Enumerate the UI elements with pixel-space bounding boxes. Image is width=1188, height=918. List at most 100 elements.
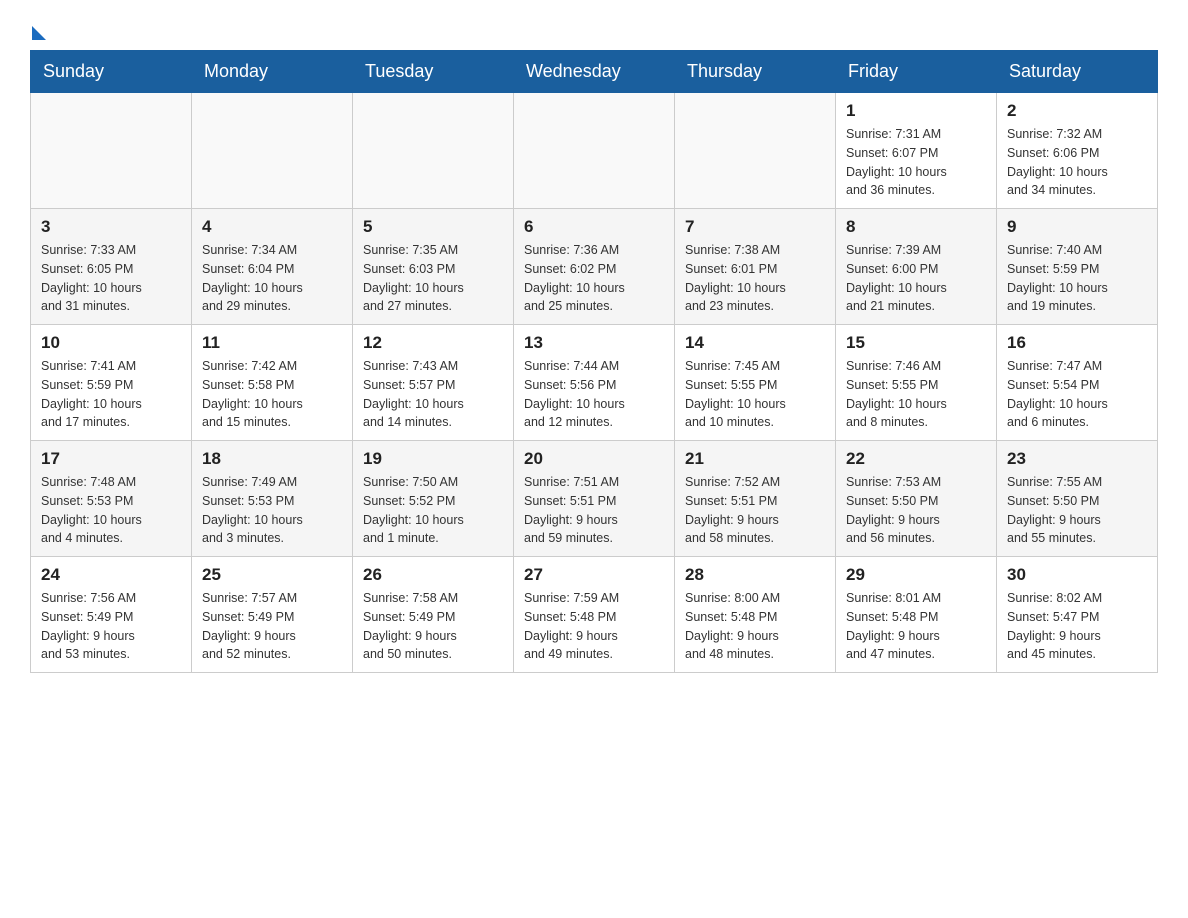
day-number: 11 bbox=[202, 333, 342, 353]
day-number: 15 bbox=[846, 333, 986, 353]
day-number: 21 bbox=[685, 449, 825, 469]
day-info: Sunrise: 7:34 AM Sunset: 6:04 PM Dayligh… bbox=[202, 241, 342, 316]
day-info: Sunrise: 7:39 AM Sunset: 6:00 PM Dayligh… bbox=[846, 241, 986, 316]
day-number: 2 bbox=[1007, 101, 1147, 121]
day-info: Sunrise: 7:48 AM Sunset: 5:53 PM Dayligh… bbox=[41, 473, 181, 548]
day-info: Sunrise: 7:50 AM Sunset: 5:52 PM Dayligh… bbox=[363, 473, 503, 548]
day-number: 6 bbox=[524, 217, 664, 237]
day-number: 17 bbox=[41, 449, 181, 469]
calendar-cell: 21 Sunrise: 7:52 AM Sunset: 5:51 PM Dayli… bbox=[675, 441, 836, 557]
calendar-cell: 2 Sunrise: 7:32 AM Sunset: 6:06 PM Daylig… bbox=[997, 93, 1158, 209]
day-number: 16 bbox=[1007, 333, 1147, 353]
day-info: Sunrise: 7:35 AM Sunset: 6:03 PM Dayligh… bbox=[363, 241, 503, 316]
column-header-thursday: Thursday bbox=[675, 51, 836, 93]
day-number: 18 bbox=[202, 449, 342, 469]
calendar-cell: 23Sunrise: 7:55 AM Sunset: 5:50 PM Dayli… bbox=[997, 441, 1158, 557]
calendar-cell: 1 Sunrise: 7:31 AM Sunset: 6:07 PM Daylig… bbox=[836, 93, 997, 209]
calendar-table: SundayMondayTuesdayWednesdayThursdayFrid… bbox=[30, 50, 1158, 673]
page-header bbox=[30, 20, 1158, 40]
calendar-cell: 29Sunrise: 8:01 AM Sunset: 5:48 PM Dayli… bbox=[836, 557, 997, 673]
calendar-cell: 13 Sunrise: 7:44 AM Sunset: 5:56 PM Dayli… bbox=[514, 325, 675, 441]
day-info: Sunrise: 7:42 AM Sunset: 5:58 PM Dayligh… bbox=[202, 357, 342, 432]
calendar-cell: 14Sunrise: 7:45 AM Sunset: 5:55 PM Dayli… bbox=[675, 325, 836, 441]
calendar-cell bbox=[31, 93, 192, 209]
day-info: Sunrise: 7:41 AM Sunset: 5:59 PM Dayligh… bbox=[41, 357, 181, 432]
calendar-cell: 15 Sunrise: 7:46 AM Sunset: 5:55 PM Dayli… bbox=[836, 325, 997, 441]
calendar-cell: 17 Sunrise: 7:48 AM Sunset: 5:53 PM Dayli… bbox=[31, 441, 192, 557]
day-number: 22 bbox=[846, 449, 986, 469]
calendar-week-row: 24 Sunrise: 7:56 AM Sunset: 5:49 PM Dayli… bbox=[31, 557, 1158, 673]
calendar-week-row: 3 Sunrise: 7:33 AM Sunset: 6:05 PM Daylig… bbox=[31, 209, 1158, 325]
calendar-cell: 25 Sunrise: 7:57 AM Sunset: 5:49 PM Dayli… bbox=[192, 557, 353, 673]
day-info: Sunrise: 7:46 AM Sunset: 5:55 PM Dayligh… bbox=[846, 357, 986, 432]
day-info: Sunrise: 7:47 AM Sunset: 5:54 PM Dayligh… bbox=[1007, 357, 1147, 432]
day-info: Sunrise: 8:01 AM Sunset: 5:48 PM Dayligh… bbox=[846, 589, 986, 664]
day-info: Sunrise: 7:53 AM Sunset: 5:50 PM Dayligh… bbox=[846, 473, 986, 548]
calendar-cell: 9Sunrise: 7:40 AM Sunset: 5:59 PM Daylig… bbox=[997, 209, 1158, 325]
calendar-cell: 4 Sunrise: 7:34 AM Sunset: 6:04 PM Daylig… bbox=[192, 209, 353, 325]
calendar-week-row: 17 Sunrise: 7:48 AM Sunset: 5:53 PM Dayli… bbox=[31, 441, 1158, 557]
column-header-tuesday: Tuesday bbox=[353, 51, 514, 93]
day-info: Sunrise: 8:00 AM Sunset: 5:48 PM Dayligh… bbox=[685, 589, 825, 664]
calendar-cell: 20Sunrise: 7:51 AM Sunset: 5:51 PM Dayli… bbox=[514, 441, 675, 557]
calendar-week-row: 10 Sunrise: 7:41 AM Sunset: 5:59 PM Dayli… bbox=[31, 325, 1158, 441]
day-info: Sunrise: 7:59 AM Sunset: 5:48 PM Dayligh… bbox=[524, 589, 664, 664]
day-number: 8 bbox=[846, 217, 986, 237]
day-info: Sunrise: 7:57 AM Sunset: 5:49 PM Dayligh… bbox=[202, 589, 342, 664]
day-info: Sunrise: 7:36 AM Sunset: 6:02 PM Dayligh… bbox=[524, 241, 664, 316]
calendar-cell bbox=[353, 93, 514, 209]
calendar-cell: 27 Sunrise: 7:59 AM Sunset: 5:48 PM Dayli… bbox=[514, 557, 675, 673]
day-number: 25 bbox=[202, 565, 342, 585]
day-number: 10 bbox=[41, 333, 181, 353]
calendar-cell bbox=[514, 93, 675, 209]
logo bbox=[30, 20, 46, 40]
calendar-week-row: 1 Sunrise: 7:31 AM Sunset: 6:07 PM Daylig… bbox=[31, 93, 1158, 209]
day-number: 19 bbox=[363, 449, 503, 469]
day-number: 23 bbox=[1007, 449, 1147, 469]
day-number: 5 bbox=[363, 217, 503, 237]
day-info: Sunrise: 7:31 AM Sunset: 6:07 PM Dayligh… bbox=[846, 125, 986, 200]
column-header-saturday: Saturday bbox=[997, 51, 1158, 93]
calendar-cell bbox=[675, 93, 836, 209]
day-info: Sunrise: 7:58 AM Sunset: 5:49 PM Dayligh… bbox=[363, 589, 503, 664]
day-number: 13 bbox=[524, 333, 664, 353]
day-info: Sunrise: 7:45 AM Sunset: 5:55 PM Dayligh… bbox=[685, 357, 825, 432]
day-info: Sunrise: 7:44 AM Sunset: 5:56 PM Dayligh… bbox=[524, 357, 664, 432]
day-info: Sunrise: 7:52 AM Sunset: 5:51 PM Dayligh… bbox=[685, 473, 825, 548]
calendar-cell: 24 Sunrise: 7:56 AM Sunset: 5:49 PM Dayli… bbox=[31, 557, 192, 673]
calendar-cell: 6 Sunrise: 7:36 AM Sunset: 6:02 PM Daylig… bbox=[514, 209, 675, 325]
calendar-cell: 5 Sunrise: 7:35 AM Sunset: 6:03 PM Daylig… bbox=[353, 209, 514, 325]
calendar-cell: 19 Sunrise: 7:50 AM Sunset: 5:52 PM Dayli… bbox=[353, 441, 514, 557]
calendar-cell: 8 Sunrise: 7:39 AM Sunset: 6:00 PM Daylig… bbox=[836, 209, 997, 325]
day-number: 24 bbox=[41, 565, 181, 585]
day-info: Sunrise: 7:33 AM Sunset: 6:05 PM Dayligh… bbox=[41, 241, 181, 316]
day-info: Sunrise: 7:40 AM Sunset: 5:59 PM Dayligh… bbox=[1007, 241, 1147, 316]
day-info: Sunrise: 7:32 AM Sunset: 6:06 PM Dayligh… bbox=[1007, 125, 1147, 200]
column-header-wednesday: Wednesday bbox=[514, 51, 675, 93]
day-number: 30 bbox=[1007, 565, 1147, 585]
calendar-header-row: SundayMondayTuesdayWednesdayThursdayFrid… bbox=[31, 51, 1158, 93]
calendar-cell: 30 Sunrise: 8:02 AM Sunset: 5:47 PM Dayli… bbox=[997, 557, 1158, 673]
calendar-cell: 26 Sunrise: 7:58 AM Sunset: 5:49 PM Dayli… bbox=[353, 557, 514, 673]
column-header-monday: Monday bbox=[192, 51, 353, 93]
calendar-cell: 12Sunrise: 7:43 AM Sunset: 5:57 PM Dayli… bbox=[353, 325, 514, 441]
calendar-cell bbox=[192, 93, 353, 209]
day-number: 3 bbox=[41, 217, 181, 237]
calendar-cell: 18Sunrise: 7:49 AM Sunset: 5:53 PM Dayli… bbox=[192, 441, 353, 557]
calendar-cell: 11 Sunrise: 7:42 AM Sunset: 5:58 PM Dayli… bbox=[192, 325, 353, 441]
day-number: 27 bbox=[524, 565, 664, 585]
calendar-cell: 22 Sunrise: 7:53 AM Sunset: 5:50 PM Dayli… bbox=[836, 441, 997, 557]
day-number: 4 bbox=[202, 217, 342, 237]
calendar-cell: 3 Sunrise: 7:33 AM Sunset: 6:05 PM Daylig… bbox=[31, 209, 192, 325]
logo-triangle-icon bbox=[32, 26, 46, 40]
column-header-sunday: Sunday bbox=[31, 51, 192, 93]
column-header-friday: Friday bbox=[836, 51, 997, 93]
day-number: 20 bbox=[524, 449, 664, 469]
day-number: 1 bbox=[846, 101, 986, 121]
day-number: 26 bbox=[363, 565, 503, 585]
day-info: Sunrise: 7:43 AM Sunset: 5:57 PM Dayligh… bbox=[363, 357, 503, 432]
calendar-cell: 10 Sunrise: 7:41 AM Sunset: 5:59 PM Dayli… bbox=[31, 325, 192, 441]
day-info: Sunrise: 7:56 AM Sunset: 5:49 PM Dayligh… bbox=[41, 589, 181, 664]
day-info: Sunrise: 8:02 AM Sunset: 5:47 PM Dayligh… bbox=[1007, 589, 1147, 664]
day-number: 7 bbox=[685, 217, 825, 237]
